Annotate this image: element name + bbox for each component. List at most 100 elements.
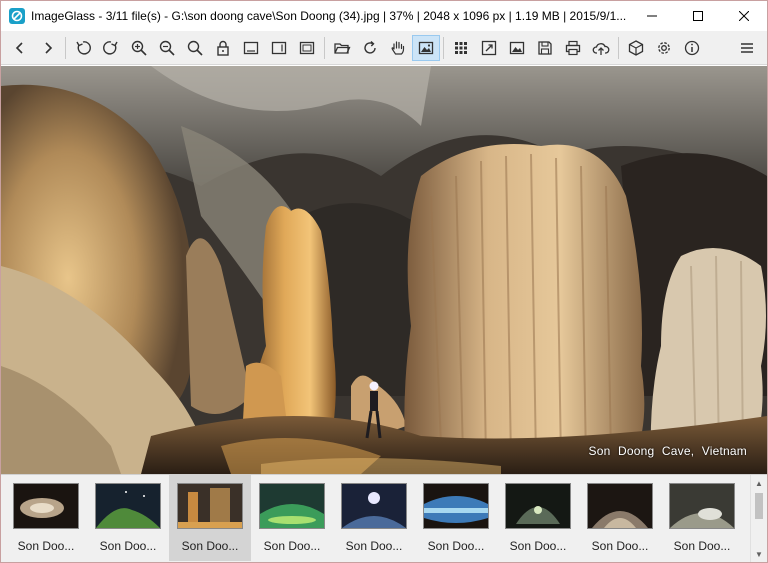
scale-to-width-icon bbox=[243, 41, 259, 54]
settings-icon bbox=[658, 41, 670, 54]
pan-hand-icon bbox=[391, 40, 405, 55]
thumbnail-image bbox=[669, 483, 735, 529]
cave-photo bbox=[1, 66, 767, 474]
scrollbar-thumb[interactable] bbox=[755, 493, 763, 519]
scale-to-width-button[interactable] bbox=[237, 35, 265, 61]
thumbnail-image bbox=[95, 483, 161, 529]
thumbnail-item[interactable]: Son Doo... bbox=[333, 475, 415, 561]
thumbnail-image bbox=[259, 483, 325, 529]
about-button[interactable] bbox=[678, 35, 706, 61]
thumbnail-image bbox=[177, 483, 243, 529]
upload-button[interactable] bbox=[587, 35, 615, 61]
thumbnail-label: Son Doo... bbox=[99, 539, 157, 553]
open-file-button[interactable] bbox=[328, 35, 356, 61]
thumbnail-item[interactable]: Son Doo... bbox=[251, 475, 333, 561]
save-icon bbox=[538, 40, 552, 55]
zoom-out-icon bbox=[159, 40, 175, 56]
toolbar-separator bbox=[443, 36, 444, 59]
lock-zoom-button[interactable] bbox=[209, 35, 237, 61]
back-icon bbox=[15, 41, 23, 54]
toolbar-separator bbox=[65, 36, 66, 59]
thumbnail-image bbox=[13, 483, 79, 529]
rotate-right-icon bbox=[103, 40, 118, 55]
maximize-button[interactable] bbox=[675, 1, 721, 31]
thumbnail-item[interactable]: Son Doo... bbox=[415, 475, 497, 561]
thumbnail-item[interactable]: Son Doo... bbox=[87, 475, 169, 561]
slideshow-icon bbox=[509, 41, 525, 54]
minimize-button[interactable] bbox=[629, 1, 675, 31]
thumbnail-label: Son Doo... bbox=[263, 539, 321, 553]
back-button[interactable] bbox=[6, 35, 34, 61]
view-image-icon bbox=[418, 41, 434, 54]
forward-button[interactable] bbox=[34, 35, 62, 61]
main-toolbar bbox=[1, 31, 767, 65]
save-button[interactable] bbox=[531, 35, 559, 61]
settings-button[interactable] bbox=[650, 35, 678, 61]
imageglass-window: ImageGlass - 3/11 file(s) - G:\son doong… bbox=[0, 0, 768, 563]
window-title: ImageGlass - 3/11 file(s) - G:\son doong… bbox=[31, 9, 627, 23]
extension-icon bbox=[628, 39, 644, 56]
zoom-in-icon bbox=[131, 40, 147, 56]
pan-hand-button[interactable] bbox=[384, 35, 412, 61]
scroll-up-icon[interactable]: ▲ bbox=[751, 475, 767, 491]
scale-to-fill-button[interactable] bbox=[293, 35, 321, 61]
toolbar-separator bbox=[618, 36, 619, 59]
print-icon bbox=[565, 40, 581, 55]
print-button[interactable] bbox=[559, 35, 587, 61]
thumbnail-item[interactable]: Son Doo... bbox=[497, 475, 579, 561]
title-bar[interactable]: ImageGlass - 3/11 file(s) - G:\son doong… bbox=[1, 1, 767, 31]
thumbnail-item[interactable]: Son Doo... bbox=[169, 475, 251, 561]
lock-zoom-icon bbox=[217, 40, 229, 56]
thumbnail-image bbox=[505, 483, 571, 529]
scale-to-fill-icon bbox=[299, 41, 315, 54]
zoom-fit-icon bbox=[187, 40, 203, 56]
zoom-fit-button[interactable] bbox=[181, 35, 209, 61]
upload-icon bbox=[592, 42, 610, 55]
image-viewer[interactable]: Son Doong Cave, Vietnam bbox=[1, 66, 767, 474]
thumbnail-label: Son Doo... bbox=[427, 539, 485, 553]
forward-icon bbox=[45, 41, 53, 54]
fullscreen-button[interactable] bbox=[475, 35, 503, 61]
thumbnail-label: Son Doo... bbox=[181, 539, 239, 553]
about-icon bbox=[684, 40, 700, 55]
refresh-icon bbox=[364, 40, 376, 54]
scale-to-height-button[interactable] bbox=[265, 35, 293, 61]
thumbnail-scrollbar[interactable]: ▲ ▼ bbox=[750, 475, 767, 562]
thumbnail-label: Son Doo... bbox=[673, 539, 731, 553]
main-menu-button[interactable] bbox=[733, 35, 761, 61]
extension-button[interactable] bbox=[622, 35, 650, 61]
thumbnail-image bbox=[587, 483, 653, 529]
thumbnail-item[interactable]: Son Doo... bbox=[5, 475, 87, 561]
thumbnail-item[interactable]: Son Doo... bbox=[579, 475, 661, 561]
slideshow-button[interactable] bbox=[503, 35, 531, 61]
scale-to-height-icon bbox=[271, 41, 287, 54]
view-image-button[interactable] bbox=[412, 34, 440, 61]
rotate-left-button[interactable] bbox=[69, 35, 97, 61]
thumbnail-item[interactable]: Son Doo... bbox=[661, 475, 743, 561]
minimize-icon bbox=[647, 15, 657, 17]
zoom-in-button[interactable] bbox=[125, 35, 153, 61]
zoom-out-button[interactable] bbox=[153, 35, 181, 61]
close-button[interactable] bbox=[721, 1, 767, 31]
close-icon bbox=[739, 11, 749, 21]
rotate-left-icon bbox=[76, 40, 91, 55]
thumbnail-bar: Son Doo... Son Doo... Son Doo... Son Doo...… bbox=[1, 474, 767, 562]
thumbnail-image bbox=[423, 483, 489, 529]
thumbnail-grid-icon bbox=[455, 41, 467, 54]
thumbnail-label: Son Doo... bbox=[591, 539, 649, 553]
thumbnail-label: Son Doo... bbox=[345, 539, 403, 553]
thumbnail-image bbox=[341, 483, 407, 529]
refresh-button[interactable] bbox=[356, 35, 384, 61]
toolbar-separator bbox=[324, 36, 325, 59]
thumbnail-grid-button[interactable] bbox=[447, 35, 475, 61]
fullscreen-icon bbox=[481, 40, 497, 55]
thumbnail-label: Son Doo... bbox=[17, 539, 75, 553]
scroll-down-icon[interactable]: ▼ bbox=[751, 546, 767, 562]
open-file-icon bbox=[334, 42, 351, 54]
maximize-icon bbox=[693, 11, 703, 21]
imageglass-app-icon[interactable] bbox=[9, 8, 25, 24]
image-caption: Son Doong Cave, Vietnam bbox=[588, 444, 747, 458]
thumbnail-label: Son Doo... bbox=[509, 539, 567, 553]
menu-icon bbox=[741, 42, 753, 53]
rotate-right-button[interactable] bbox=[97, 35, 125, 61]
